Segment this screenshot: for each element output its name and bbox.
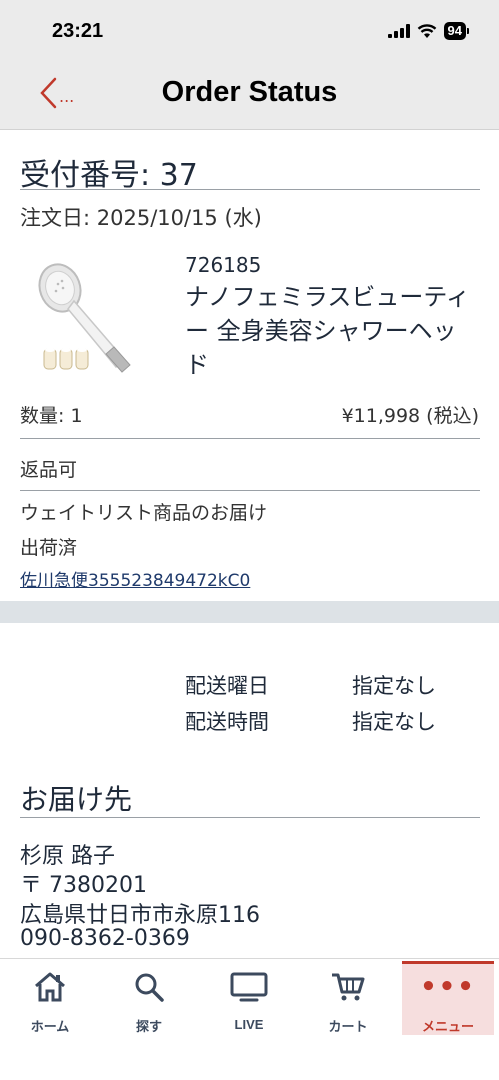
tab-live[interactable]: LIVE <box>203 969 295 1035</box>
divider <box>20 189 480 190</box>
signal-icon <box>387 24 410 38</box>
cart-icon <box>332 973 365 1000</box>
tab-search[interactable]: 探す <box>103 969 195 1035</box>
tab-label: ホーム <box>30 1019 70 1034</box>
recipient-name: 杉原 路子 <box>20 844 115 869</box>
tab-label: カート <box>328 1019 368 1034</box>
status-time: 23:21 <box>52 20 104 42</box>
status-bar: 23:21 94 <box>0 0 499 62</box>
status-icons: 94 <box>387 22 469 40</box>
postal-code: 〒 7380201 <box>20 873 147 898</box>
page-title: Order Status <box>161 76 338 108</box>
home-icon <box>35 972 65 1001</box>
waitlist-delivery-label: ウェイトリスト商品のお届け <box>20 502 268 524</box>
order-date: 注文日: 2025/10/15 (水) <box>20 206 262 230</box>
tab-label: 探す <box>135 1019 162 1034</box>
product-sku: 726185 <box>185 253 262 277</box>
tracking-link[interactable]: 佐川急便355523849472kC0 <box>20 566 250 591</box>
tab-label: メニュー <box>421 1019 474 1034</box>
search-icon <box>135 973 164 1002</box>
delivery-time-value: 指定なし <box>352 710 436 734</box>
tab-bar: ホーム 探す LIVE カート ••• メニュー <box>0 958 499 1080</box>
delivery-day-label: 配送曜日 <box>185 674 269 698</box>
shipping-status: 出荷済 <box>20 537 78 559</box>
section-divider <box>0 601 499 623</box>
tv-icon <box>230 972 268 1002</box>
battery-icon: 94 <box>443 22 469 40</box>
product-price: ¥11,998 (税込) <box>341 405 479 427</box>
product-quantity: 数量: 1 <box>20 405 83 427</box>
tab-cart[interactable]: カート <box>302 969 394 1035</box>
divider <box>20 817 480 818</box>
shower-head-product-image[interactable] <box>36 255 136 380</box>
tab-home[interactable]: ホーム <box>4 969 96 1035</box>
tab-label: LIVE <box>234 1017 264 1032</box>
delivery-time-label: 配送時間 <box>185 710 269 734</box>
returnable-status: 返品可 <box>20 459 78 481</box>
ship-to-heading: お届け先 <box>20 783 133 816</box>
wifi-icon <box>417 23 436 38</box>
address: 広島県廿日市市永原116 <box>20 903 260 928</box>
tab-menu[interactable]: ••• メニュー <box>402 961 494 1035</box>
phone-number: 090-8362-0369 <box>20 926 190 951</box>
product-name[interactable]: ナノフェミラスビューティー 全身美容シャワーヘッド <box>185 280 475 382</box>
delivery-day-value: 指定なし <box>352 674 436 698</box>
more-icon: ••• <box>420 972 476 1002</box>
divider <box>20 490 480 491</box>
divider <box>20 438 480 439</box>
nav-bar: ... Order Status <box>0 62 499 130</box>
order-number: 受付番号: 37 <box>20 158 198 193</box>
